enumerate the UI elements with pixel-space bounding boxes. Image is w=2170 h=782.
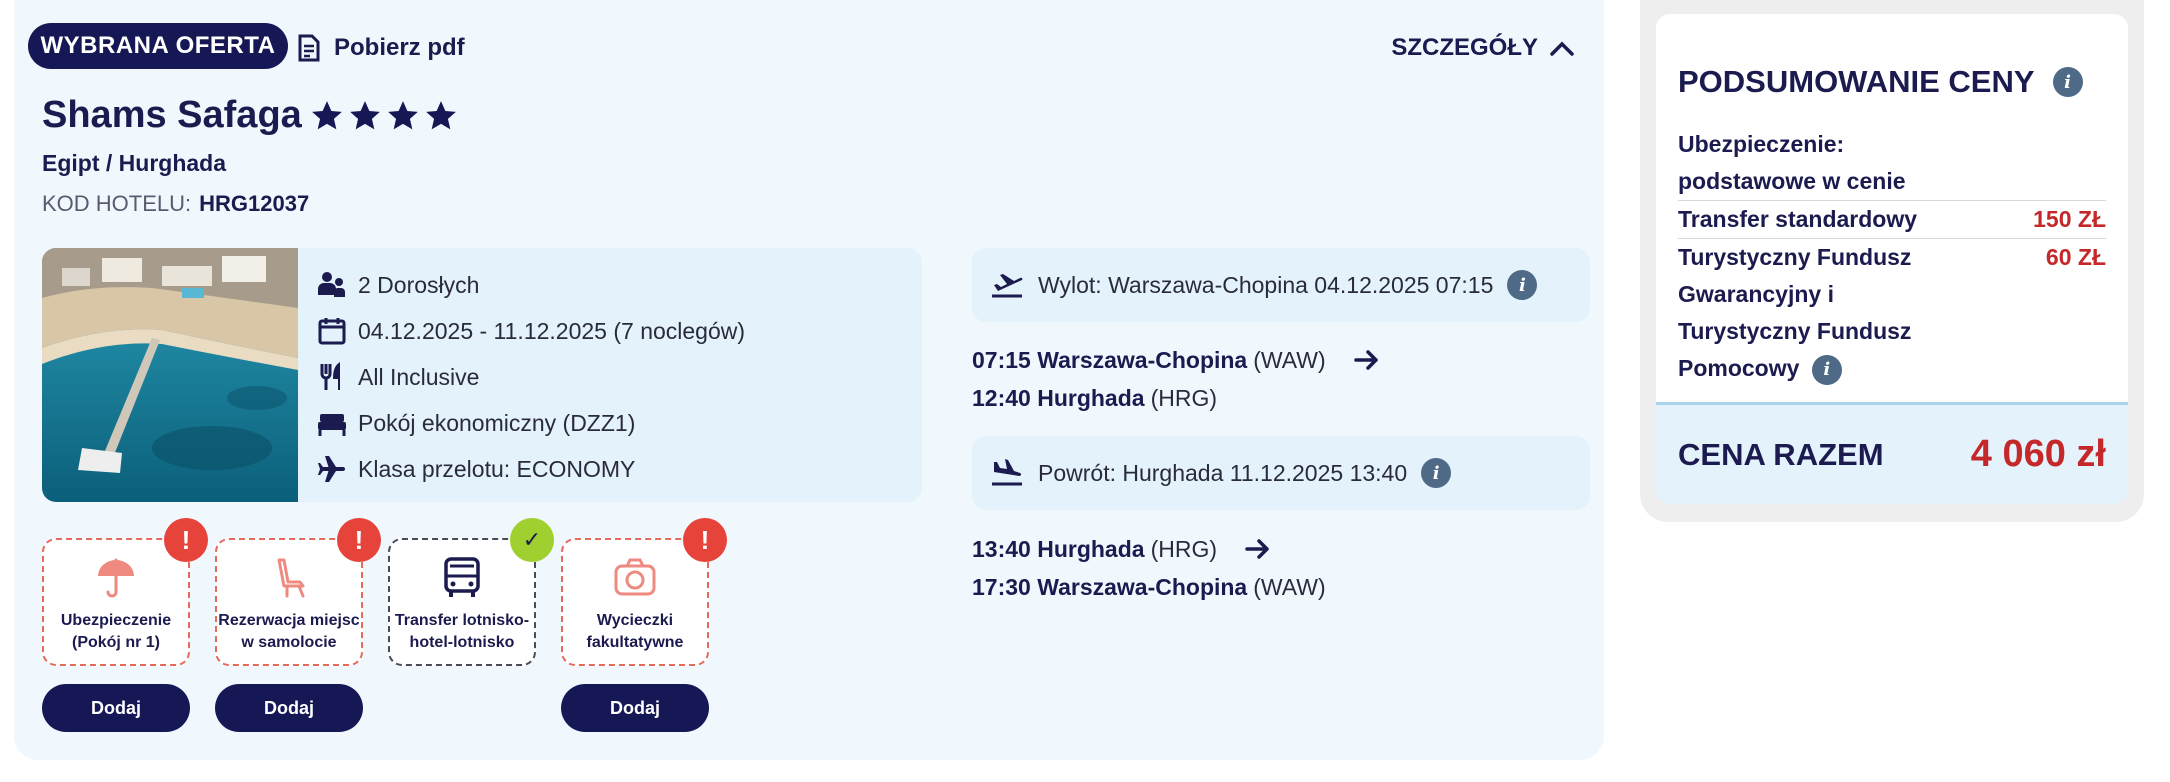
return-info-icon[interactable]: i — [1421, 458, 1452, 488]
add-seat-reservation-button[interactable]: Dodaj — [215, 684, 363, 732]
return-arr-code: (WAW) — [1253, 573, 1326, 600]
outbound-arr-code: (HRG) — [1150, 384, 1217, 411]
people-icon — [316, 269, 348, 301]
star-icon — [387, 100, 418, 129]
add-excursions-button[interactable]: Dodaj — [561, 684, 709, 732]
price-summary-title: PODSUMOWANIE CENY i — [1678, 64, 2083, 100]
dates-row: 04.12.2025 - 11.12.2025 (7 noclegów) — [316, 308, 745, 354]
outbound-info-icon[interactable]: i — [1507, 270, 1538, 300]
total-price: 4 060 zł — [1970, 433, 2106, 475]
chevron-up-icon — [1550, 41, 1574, 56]
room-row: Pokój ekonomiczny (DZZ1) — [316, 400, 745, 446]
service-transfer[interactable]: ✓ Transfer lotnisko- hotel-lotnisko — [388, 518, 554, 666]
travelers-text: 2 Dorosłych — [358, 271, 480, 298]
dates-text: 04.12.2025 - 11.12.2025 (7 noclegów) — [358, 317, 746, 344]
outbound-arrival: 12:40 Hurghada (HRG) — [972, 379, 1380, 417]
hotel-name: Shams Safaga — [42, 94, 302, 136]
details-label: SZCZEGÓŁY — [1391, 34, 1538, 61]
hotel-title: Shams Safaga — [42, 94, 458, 137]
return-flight-label: Powrót: Hurghada 11.12.2025 13:40 — [1038, 459, 1408, 486]
document-icon — [298, 34, 320, 62]
fund-label: Turystyczny Fundusz Gwarancyjny i Turyst… — [1678, 239, 1911, 387]
transfer-row: Transfer standardowy 150 ZŁ — [1678, 200, 2106, 238]
airplane-icon — [316, 453, 348, 485]
outbound-dep-time: 07:15 Warszawa-Chopina — [972, 346, 1248, 373]
flight-class-text: Klasa przelotu: ECONOMY — [358, 455, 636, 482]
room-text: Pokój ekonomiczny (DZZ1) — [358, 409, 636, 436]
total-price-bar: CENA RAZEM 4 060 zł — [1656, 402, 2128, 504]
fund-price: 60 ZŁ — [2045, 244, 2106, 270]
umbrella-icon — [92, 554, 140, 602]
board-text: All Inclusive — [358, 363, 480, 390]
service-seat-reservation[interactable]: ! Rezerwacja miejsc w samolocie — [215, 518, 381, 666]
service-insurance[interactable]: ! Ubezpieczenie (Pokój nr 1) — [42, 518, 208, 666]
return-flight-bar: Powrót: Hurghada 11.12.2025 13:40 i — [972, 436, 1590, 510]
hotel-location: Egipt / Hurghada — [42, 150, 226, 176]
camera-icon — [611, 554, 659, 602]
price-summary-heading: PODSUMOWANIE CENY — [1678, 64, 2035, 99]
seat-icon — [265, 554, 313, 602]
star-icon — [349, 100, 380, 129]
total-label: CENA RAZEM — [1678, 436, 1884, 472]
offer-info-box: 2 Dorosłych 04.12.2025 - 11.12.2025 (7 n… — [42, 248, 922, 502]
return-departure: 13:40 Hurghada (HRG) — [972, 530, 1326, 568]
star-icon — [425, 100, 456, 129]
bed-icon — [316, 407, 348, 439]
outbound-flight-label: Wylot: Warszawa-Chopina 04.12.2025 07:15 — [1038, 271, 1494, 298]
service-excursions[interactable]: ! Wycieczki fakultatywne — [561, 518, 727, 666]
warning-status-icon: ! — [337, 518, 381, 562]
cutlery-icon — [316, 361, 348, 393]
outbound-leg: 07:15 Warszawa-Chopina (WAW) 12:40 Hurgh… — [972, 341, 1380, 417]
selected-offer-badge: WYBRANA OFERTA — [28, 23, 288, 69]
warning-status-icon: ! — [683, 518, 727, 562]
transfer-price: 150 ZŁ — [2033, 206, 2106, 232]
warning-status-icon: ! — [164, 518, 208, 562]
details-toggle[interactable]: SZCZEGÓŁY — [1391, 30, 1574, 66]
offer-card: WYBRANA OFERTA Pobierz pdf SZCZEGÓŁY Sha… — [14, 0, 1604, 760]
fund-row: Turystyczny Fundusz Gwarancyjny i Turyst… — [1678, 238, 2106, 387]
fund-info-icon[interactable]: i — [1811, 354, 1842, 385]
price-summary-panel: PODSUMOWANIE CENY i Ubezpieczenie: podst… — [1640, 0, 2144, 522]
offer-info-list: 2 Dorosłych 04.12.2025 - 11.12.2025 (7 n… — [316, 262, 745, 492]
download-pdf-link[interactable]: Pobierz pdf — [298, 30, 465, 66]
insurance-row: Ubezpieczenie: podstawowe w cenie — [1678, 126, 2106, 200]
price-summary-rows: Ubezpieczenie: podstawowe w cenie Transf… — [1678, 126, 2106, 387]
star-icon — [311, 100, 342, 129]
arrow-right-icon — [1353, 349, 1380, 371]
hotel-code: KOD HOTELU: HRG12037 — [42, 191, 309, 217]
return-leg: 13:40 Hurghada (HRG) 17:30 Warszawa-Chop… — [972, 530, 1326, 606]
hotel-photo[interactable] — [42, 248, 298, 502]
bus-icon — [438, 554, 486, 602]
transfer-label: Transfer standardowy — [1678, 206, 1918, 232]
service-label: Transfer lotnisko- hotel-lotnisko — [394, 612, 530, 651]
takeoff-icon — [992, 274, 1023, 298]
outbound-dep-code: (WAW) — [1253, 346, 1326, 373]
flight-class-row: Klasa przelotu: ECONOMY — [316, 446, 745, 492]
landing-icon — [992, 459, 1022, 486]
travelers-row: 2 Dorosłych — [316, 262, 745, 308]
arrow-right-icon — [1245, 538, 1271, 560]
outbound-departure: 07:15 Warszawa-Chopina (WAW) — [972, 341, 1380, 379]
return-dep-time: 13:40 Hurghada — [972, 535, 1145, 562]
board-row: All Inclusive — [316, 354, 745, 400]
return-arr-time: 17:30 Warszawa-Chopina — [972, 573, 1248, 600]
calendar-icon — [316, 315, 348, 347]
fund-label-text: Turystyczny Fundusz Gwarancyjny i Turyst… — [1678, 244, 1912, 381]
service-label: Rezerwacja miejsc w samolocie — [218, 612, 360, 651]
hotel-code-value: HRG12037 — [199, 191, 310, 216]
return-arrival: 17:30 Warszawa-Chopina (WAW) — [972, 568, 1326, 606]
hotel-code-label: KOD HOTELU: — [42, 191, 192, 216]
check-status-icon: ✓ — [510, 518, 554, 562]
outbound-arr-time: 12:40 Hurghada — [972, 384, 1145, 411]
insurance-label: Ubezpieczenie: podstawowe w cenie — [1678, 131, 1906, 194]
service-label: Ubezpieczenie (Pokój nr 1) — [60, 612, 172, 651]
outbound-flight-bar: Wylot: Warszawa-Chopina 04.12.2025 07:15… — [972, 248, 1590, 322]
summary-info-icon[interactable]: i — [2052, 67, 2083, 97]
download-pdf-label: Pobierz pdf — [334, 34, 465, 61]
price-summary-card: PODSUMOWANIE CENY i Ubezpieczenie: podst… — [1656, 14, 2128, 504]
hotel-stars — [310, 99, 458, 133]
return-dep-code: (HRG) — [1150, 535, 1217, 562]
add-insurance-button[interactable]: Dodaj — [42, 684, 190, 732]
service-label: Wycieczki fakultatywne — [586, 612, 684, 651]
